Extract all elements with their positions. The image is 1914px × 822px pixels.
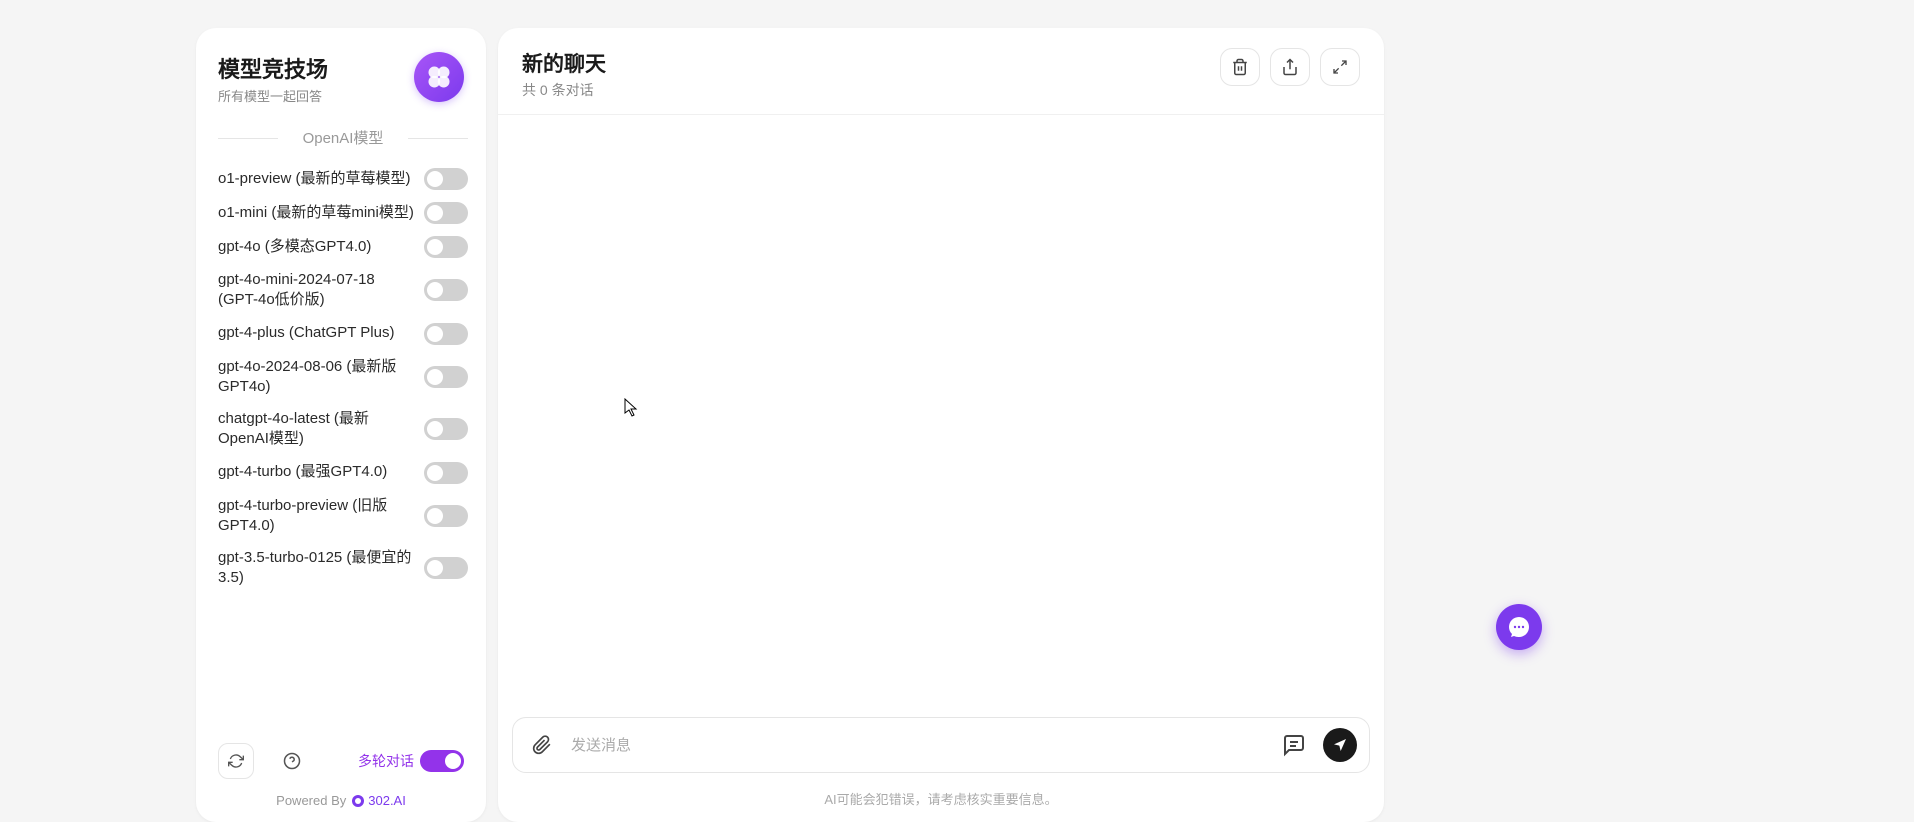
paperclip-icon [532,735,552,755]
model-toggle[interactable] [424,323,468,345]
app-logo [414,52,464,102]
refresh-button[interactable] [218,743,254,779]
model-row: o1-preview (最新的草莓模型) [218,162,468,196]
model-toggle[interactable] [424,236,468,258]
model-row: gpt-4-turbo-preview (旧版GPT4.0) [218,490,468,543]
footer-right: 多轮对话 [358,750,464,772]
chat-subtitle: 共 0 条对话 [522,80,606,100]
model-toggle[interactable] [424,279,468,301]
model-row: chatgpt-4o-latest (最新OpenAI模型) [218,403,468,456]
chat-panel: 新的聊天 共 0 条对话 [498,28,1384,822]
model-row: gpt-4-plus (ChatGPT Plus) [218,317,468,351]
section-heading: OpenAI模型 [218,121,468,162]
delete-button[interactable] [1220,48,1260,86]
composer-wrap [498,717,1384,781]
header-actions [1220,48,1360,86]
chat-body [498,115,1384,717]
model-toggle[interactable] [424,418,468,440]
model-row: gpt-4o (多模态GPT4.0) [218,230,468,264]
multi-turn-toggle[interactable] [420,750,464,772]
sidebar-header: 模型竞技场 所有模型一起回答 [196,28,486,121]
model-label: o1-mini (最新的草莓mini模型) [218,203,416,223]
model-row: o1-mini (最新的草莓mini模型) [218,196,468,230]
cursor-icon [624,398,640,418]
footer-left [218,743,310,779]
sidebar: 模型竞技场 所有模型一起回答 OpenAI模型 o1-preview (最新的草… [196,28,486,822]
share-button[interactable] [1270,48,1310,86]
model-label: gpt-4-turbo (最强GPT4.0) [218,462,416,482]
chat-fab-icon [1507,615,1531,639]
share-icon [1281,58,1299,76]
logo-icon [425,63,453,91]
model-toggle[interactable] [424,366,468,388]
disclaimer-text: AI可能会犯错误，请考虑核实重要信息。 [498,781,1384,822]
model-list[interactable]: OpenAI模型 o1-preview (最新的草莓模型) o1-mini (最… [196,121,486,731]
model-label: gpt-4-plus (ChatGPT Plus) [218,323,416,343]
model-toggle[interactable] [424,168,468,190]
chat-title-block: 新的聊天 共 0 条对话 [522,48,606,100]
model-label: gpt-4o-2024-08-06 (最新版GPT4o) [218,357,416,398]
model-label: o1-preview (最新的草莓模型) [218,169,416,189]
model-label: gpt-4o-mini-2024-07-18 (GPT-4o低价版) [218,270,416,311]
chat-bubble-icon [1282,733,1306,757]
send-button[interactable] [1323,728,1357,762]
model-toggle[interactable] [424,202,468,224]
help-button[interactable] [274,743,310,779]
powered-by-brand-link[interactable]: 302.AI [352,793,406,808]
sidebar-title-block: 模型竞技场 所有模型一起回答 [218,52,328,105]
expand-icon [1332,59,1348,75]
message-input[interactable] [571,737,1265,754]
chat-mode-button[interactable] [1277,728,1311,762]
model-toggle[interactable] [424,557,468,579]
powered-brand-text: 302.AI [368,793,406,808]
composer [512,717,1370,773]
model-row: gpt-4-turbo (最强GPT4.0) [218,456,468,490]
attach-button[interactable] [525,728,559,762]
app-subtitle: 所有模型一起回答 [218,86,328,105]
model-label: gpt-4o (多模态GPT4.0) [218,237,416,257]
chat-header: 新的聊天 共 0 条对话 [498,28,1384,115]
multi-turn-label: 多轮对话 [358,751,414,771]
chat-title: 新的聊天 [522,48,606,78]
help-icon [283,752,301,770]
brand-dot-icon [352,795,364,807]
model-label: gpt-4-turbo-preview (旧版GPT4.0) [218,496,416,537]
model-row: gpt-4o-mini-2024-07-18 (GPT-4o低价版) [218,264,468,317]
model-label: chatgpt-4o-latest (最新OpenAI模型) [218,409,416,450]
model-row: gpt-3.5-turbo-0125 (最便宜的3.5) [218,542,468,595]
expand-button[interactable] [1320,48,1360,86]
powered-by: Powered By 302.AI [196,787,486,822]
sidebar-footer: 多轮对话 [196,731,486,787]
model-toggle[interactable] [424,505,468,527]
assistant-fab[interactable] [1496,604,1542,650]
model-row: gpt-4o-2024-08-06 (最新版GPT4o) [218,351,468,404]
powered-by-prefix: Powered By [276,793,346,808]
model-toggle[interactable] [424,462,468,484]
send-icon [1332,737,1348,753]
trash-icon [1231,58,1249,76]
app-title: 模型竞技场 [218,52,328,84]
model-label: gpt-3.5-turbo-0125 (最便宜的3.5) [218,548,416,589]
refresh-icon [228,753,244,769]
